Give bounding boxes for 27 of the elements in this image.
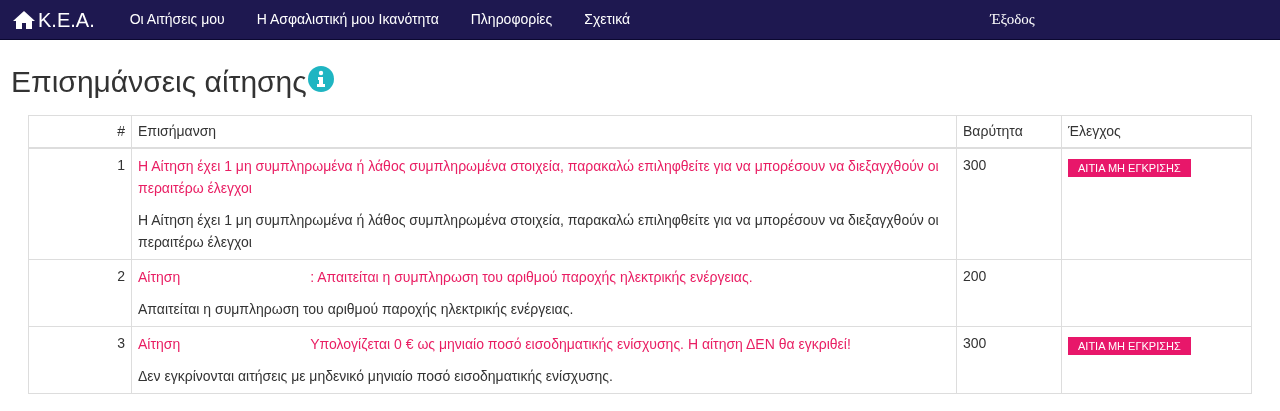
column-header: Βαρύτητα (956, 115, 1062, 148)
row-number: 1 (28, 147, 132, 259)
row-number: 3 (28, 326, 132, 393)
info-icon[interactable] (306, 65, 335, 93)
column-header: Έλεγχος (1061, 115, 1252, 148)
row-number: 2 (28, 259, 132, 326)
nav-link[interactable]: Οι Αιτήσεις μου (129, 9, 225, 30)
column-header: # (28, 115, 132, 148)
column-header: Επισήμανση (131, 115, 957, 148)
severity-cell: 300 (956, 326, 1062, 393)
warning-detail: Απαιτείται η συμπληρωση του αριθμού παροχής ηλεκτρικής ενέργειας. (138, 299, 575, 319)
nav-link[interactable]: Σχετικά (584, 9, 631, 30)
rejection-reason-badge[interactable]: ΑΙΤΙΑ ΜΗ ΕΓΚΡΙΣΗΣ (1068, 158, 1191, 177)
warning-message: Η Αίτηση έχει 1 μη συμπληρωμένα ή λάθος συμπληρωμένα στοιχεία, παρακαλώ επιληφθείτε για να μπορέσουν να διεξαγχθούν οι περαιτέρω έλεγχοι (138, 156, 940, 198)
home-icon (12, 9, 36, 30)
rejection-reason-badge[interactable]: ΑΙΤΙΑ ΜΗ ΕΓΚΡΙΣΗΣ (1068, 336, 1191, 355)
severity-cell: 200 (956, 259, 1062, 326)
warning-message: Αίτηση : Απαιτείται η συμπληρωση του αριθμού παροχής ηλεκτρικής ενέργειας. (138, 267, 754, 287)
nav-link[interactable]: Πληροφορίες (470, 9, 553, 30)
page-title: Επισημάνσεις αίτησης (11, 64, 307, 100)
home-link[interactable]: K.E.A. (12, 9, 95, 30)
warning-detail: Η Αίτηση έχει 1 μη συμπληρωμένα ή λάθος συμπληρωμένα στοιχεία, παρακαλώ επιληφθείτε για να μπορέσουν να διεξαγχθούν οι περαιτέρω έλεγχοι (138, 210, 940, 252)
logout-link[interactable]: Έξοδος (990, 8, 1035, 31)
severity-cell: 300 (956, 147, 1062, 259)
warning-message: Αίτηση Υπολογίζεται 0 € ως μηνιαίο ποσό εισοδηματικής ενίσχυσης. Η αίτηση ΔΕΝ θα εγκριθεί! (138, 334, 852, 354)
warning-detail: Δεν εγκρίνονται αιτήσεις με μηδενικό μηνιαίο ποσό εισοδηματικής ενίσχυσης. (138, 366, 614, 386)
nav-link[interactable]: Η Ασφαλιστική μου Ικανότητα (256, 9, 439, 30)
